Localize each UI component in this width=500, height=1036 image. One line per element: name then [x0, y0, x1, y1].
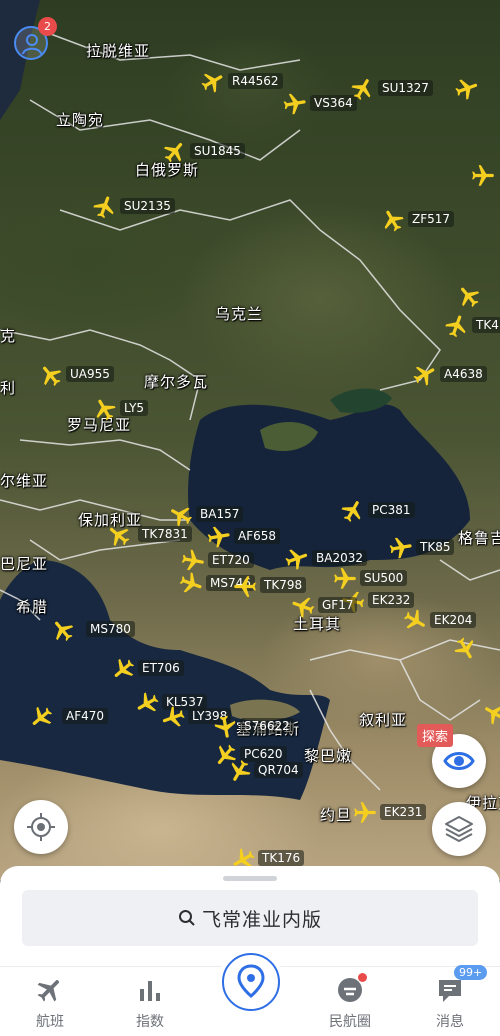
flight-code: R44562 — [228, 73, 283, 89]
place-jordan: 约旦 — [320, 806, 353, 824]
airplane-icon — [472, 165, 494, 186]
sheet-grabber[interactable] — [223, 876, 277, 881]
place-georgia: 格鲁吉 — [458, 529, 500, 547]
flight-code: LY5 — [120, 400, 149, 416]
flight-code: TK7831 — [138, 526, 192, 542]
search-icon — [178, 910, 195, 926]
locate-button[interactable] — [14, 800, 68, 854]
airplane-icon — [207, 526, 230, 548]
layers-icon — [445, 816, 473, 842]
search-bar[interactable]: 飞常准业内版 — [22, 890, 478, 946]
place-serbia: 尔维亚 — [0, 472, 49, 490]
airplane-icon — [37, 980, 59, 1002]
place-moldova: 摩尔多瓦 — [144, 373, 209, 391]
airplane-icon — [283, 93, 306, 115]
flight-code: UA955 — [66, 366, 114, 382]
flight-code: VS364 — [310, 95, 357, 111]
locate-icon — [27, 813, 55, 841]
airplane-icon — [389, 537, 412, 559]
flight-code: SU500 — [360, 570, 408, 586]
explore-label: 探索 — [417, 724, 454, 747]
flight-code: GF17 — [318, 597, 358, 613]
flight-code: PC381 — [368, 502, 415, 518]
tab-civil-label: 民航圈 — [329, 1014, 371, 1030]
tab-flights-label: 航班 — [36, 1014, 64, 1030]
place-slovakia: 克 — [0, 327, 17, 345]
flight-code: S76622 — [240, 718, 294, 734]
place-lithuania: 立陶宛 — [56, 111, 105, 129]
notification-dot — [358, 973, 367, 982]
tab-index[interactable]: 指数 — [110, 975, 190, 1035]
place-lebanon: 黎巴嫩 — [304, 747, 353, 765]
place-hungary: 利 — [0, 379, 17, 397]
flight-code: BA157 — [196, 506, 244, 522]
tab-index-label: 指数 — [136, 1014, 164, 1030]
flight-code: SU1845 — [190, 143, 245, 159]
layers-button[interactable] — [432, 802, 486, 856]
flight-code: AF658 — [234, 528, 281, 544]
tab-messages-label: 消息 — [436, 1014, 464, 1030]
flight-code: MS780 — [86, 621, 135, 637]
flight-code: QR704 — [254, 762, 303, 778]
tab-flights[interactable]: 航班 — [10, 975, 90, 1035]
place-syria: 叙利亚 — [359, 711, 408, 729]
flight-map[interactable]: 拉脱维亚 立陶宛 白俄罗斯 乌克兰 摩尔多瓦 罗马尼亚 保加利亚 尔维亚 巴尼亚… — [0, 0, 500, 880]
flight-code: ET720 — [208, 552, 254, 568]
tab-map[interactable] — [222, 953, 280, 1011]
place-ukraine: 乌克兰 — [215, 305, 264, 323]
tab-bar: 航班 指数 民航圈 99+ 消息 — [0, 953, 500, 1036]
flight-code: EK204 — [430, 612, 477, 628]
notification-badge: 2 — [38, 17, 57, 36]
place-latvia: 拉脱维亚 — [86, 42, 151, 60]
flight-code: BA2032 — [312, 550, 367, 566]
message-badge: 99+ — [454, 965, 488, 980]
tab-civil[interactable]: 民航圈 — [310, 973, 390, 1035]
airplane-icon — [234, 576, 256, 597]
search-label: 飞常准业内版 — [201, 908, 322, 931]
user-icon — [22, 34, 42, 55]
flight-code: EK231 — [380, 804, 427, 820]
flight-code: ZF517 — [408, 211, 455, 227]
flight-code: TK176 — [258, 850, 305, 866]
flight-code: TK85 — [416, 539, 455, 555]
eye-icon — [443, 752, 475, 770]
bar-chart-icon — [140, 981, 160, 1001]
flight-code: SU2135 — [120, 198, 175, 214]
flight-code: ET706 — [138, 660, 184, 676]
tab-messages[interactable]: 99+ 消息 — [410, 965, 490, 1035]
flight-code: SU1327 — [378, 80, 433, 96]
flight-code: A4638 — [440, 366, 487, 382]
place-greece: 希腊 — [16, 598, 49, 616]
location-pin-icon — [237, 964, 265, 998]
airplane-icon — [354, 802, 376, 823]
flight-code: TK4 — [472, 317, 500, 333]
place-albania: 巴尼亚 — [0, 555, 49, 573]
flight-code: AF470 — [62, 708, 109, 724]
bottom-sheet: 飞常准业内版 — [0, 866, 500, 966]
